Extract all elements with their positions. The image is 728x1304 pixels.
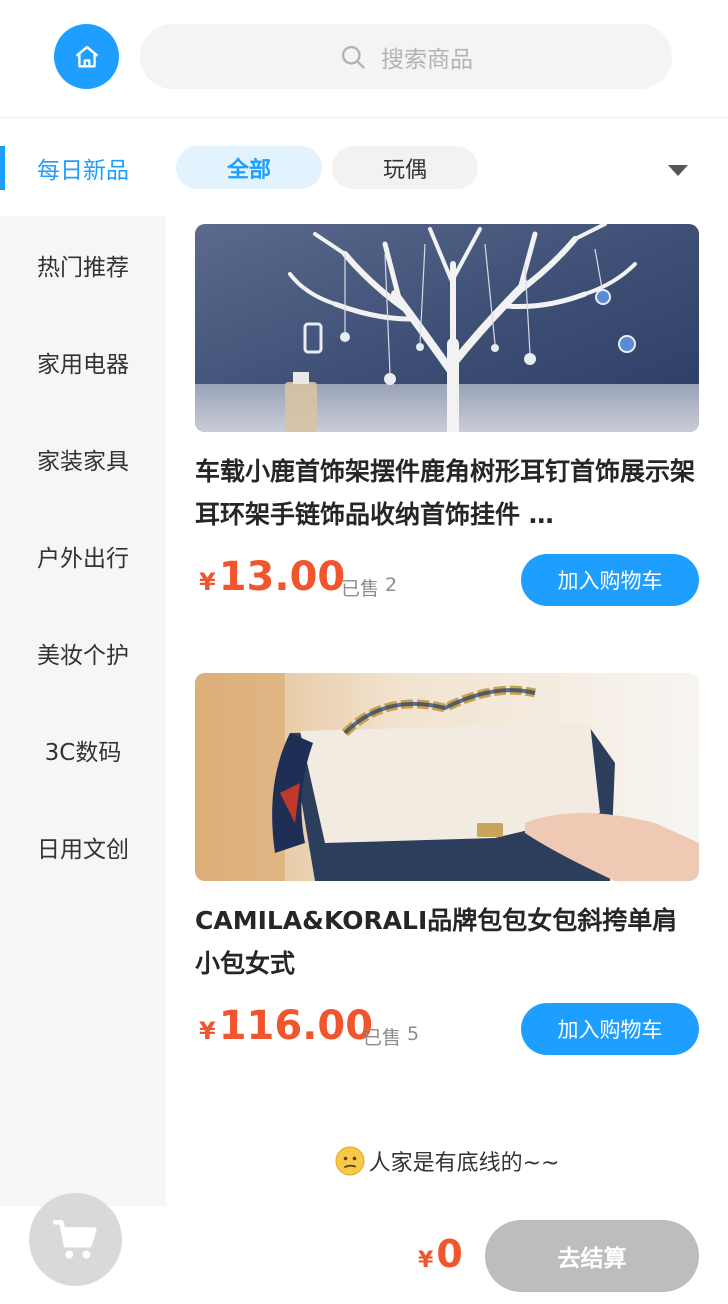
end-of-list-note: 人家是有底线的~~ <box>166 1145 728 1177</box>
cart-icon <box>52 1219 97 1259</box>
product-title[interactable]: 车载小鹿首饰架摆件鹿角树形耳钉首饰展示架耳环架手链饰品收纳首饰挂件 … <box>195 450 699 536</box>
category-item-hot[interactable]: 热门推荐 <box>0 216 166 313</box>
price-value: 13.00 <box>218 554 346 600</box>
category-item-3c-digital[interactable]: 3C数码 <box>0 701 166 798</box>
sold-label: 已售 <box>363 1027 402 1049</box>
product-price: ¥ 13.00 <box>199 554 345 600</box>
product-card[interactable]: CAMILA&KORALI品牌包包女包斜挎单肩小包女式 ¥ 116.00 已售 … <box>195 673 699 1057</box>
price-value: 116.00 <box>218 1003 374 1049</box>
add-to-cart-button[interactable]: 加入购物车 <box>521 554 699 606</box>
confused-face-icon <box>335 1146 365 1176</box>
bottom-cart-bar: ¥ 0 去结算 <box>0 1193 728 1304</box>
search-placeholder: 搜索商品 <box>381 46 473 73</box>
cart-button[interactable] <box>29 1193 122 1286</box>
home-icon <box>75 45 98 68</box>
cart-total: ¥ 0 <box>418 1232 463 1276</box>
category-item-appliances[interactable]: 家用电器 <box>0 313 166 410</box>
search-bar[interactable]: 搜索商品 <box>140 24 672 89</box>
product-image-handbag[interactable] <box>195 673 699 881</box>
sold-count: 已售 5 <box>363 1023 419 1050</box>
category-item-furniture[interactable]: 家装家具 <box>0 410 166 507</box>
price-row: ¥ 116.00 已售 5 加入购物车 <box>195 1003 699 1057</box>
currency-symbol: ¥ <box>199 1017 216 1045</box>
total-value: 0 <box>436 1232 463 1276</box>
top-header: 搜索商品 <box>0 0 728 118</box>
category-item-outdoor[interactable]: 户外出行 <box>0 507 166 604</box>
sold-count: 已售 2 <box>341 574 397 601</box>
product-list-panel: 全部 玩偶 车载小鹿首饰架摆件鹿角树形耳钉首饰展示架耳环架手链饰品收纳首饰挂件 … <box>166 119 728 1206</box>
home-button[interactable] <box>54 24 119 89</box>
product-title[interactable]: CAMILA&KORALI品牌包包女包斜挎单肩小包女式 <box>195 899 699 985</box>
end-of-list-text: 人家是有底线的~~ <box>368 1151 560 1176</box>
total-currency-symbol: ¥ <box>418 1248 434 1273</box>
add-to-cart-button[interactable]: 加入购物车 <box>521 1003 699 1055</box>
currency-symbol: ¥ <box>199 568 216 596</box>
category-item-beauty[interactable]: 美妆个护 <box>0 604 166 701</box>
filter-chips: 全部 玩偶 <box>176 146 478 189</box>
price-row: ¥ 13.00 已售 2 加入购物车 <box>195 554 699 608</box>
category-sidebar: 每日新品 热门推荐 家用电器 家装家具 户外出行 美妆个护 3C数码 日用文创 <box>0 119 166 1206</box>
filter-chip-all[interactable]: 全部 <box>176 146 322 189</box>
product-card[interactable]: 车载小鹿首饰架摆件鹿角树形耳钉首饰展示架耳环架手链饰品收纳首饰挂件 … ¥ 13… <box>195 224 699 608</box>
sold-label: 已售 <box>341 578 380 600</box>
search-icon <box>341 45 365 69</box>
filter-chip-dolls[interactable]: 玩偶 <box>332 146 478 189</box>
product-image-jewelry-stand[interactable] <box>195 224 699 432</box>
sold-number: 5 <box>407 1023 420 1045</box>
category-item-daily-new[interactable]: 每日新品 <box>0 119 166 216</box>
sold-number: 2 <box>385 574 398 596</box>
checkout-button[interactable]: 去结算 <box>485 1220 699 1292</box>
product-price: ¥ 116.00 <box>199 1003 373 1049</box>
caret-down-icon[interactable] <box>668 165 688 176</box>
category-item-stationery[interactable]: 日用文创 <box>0 798 166 895</box>
